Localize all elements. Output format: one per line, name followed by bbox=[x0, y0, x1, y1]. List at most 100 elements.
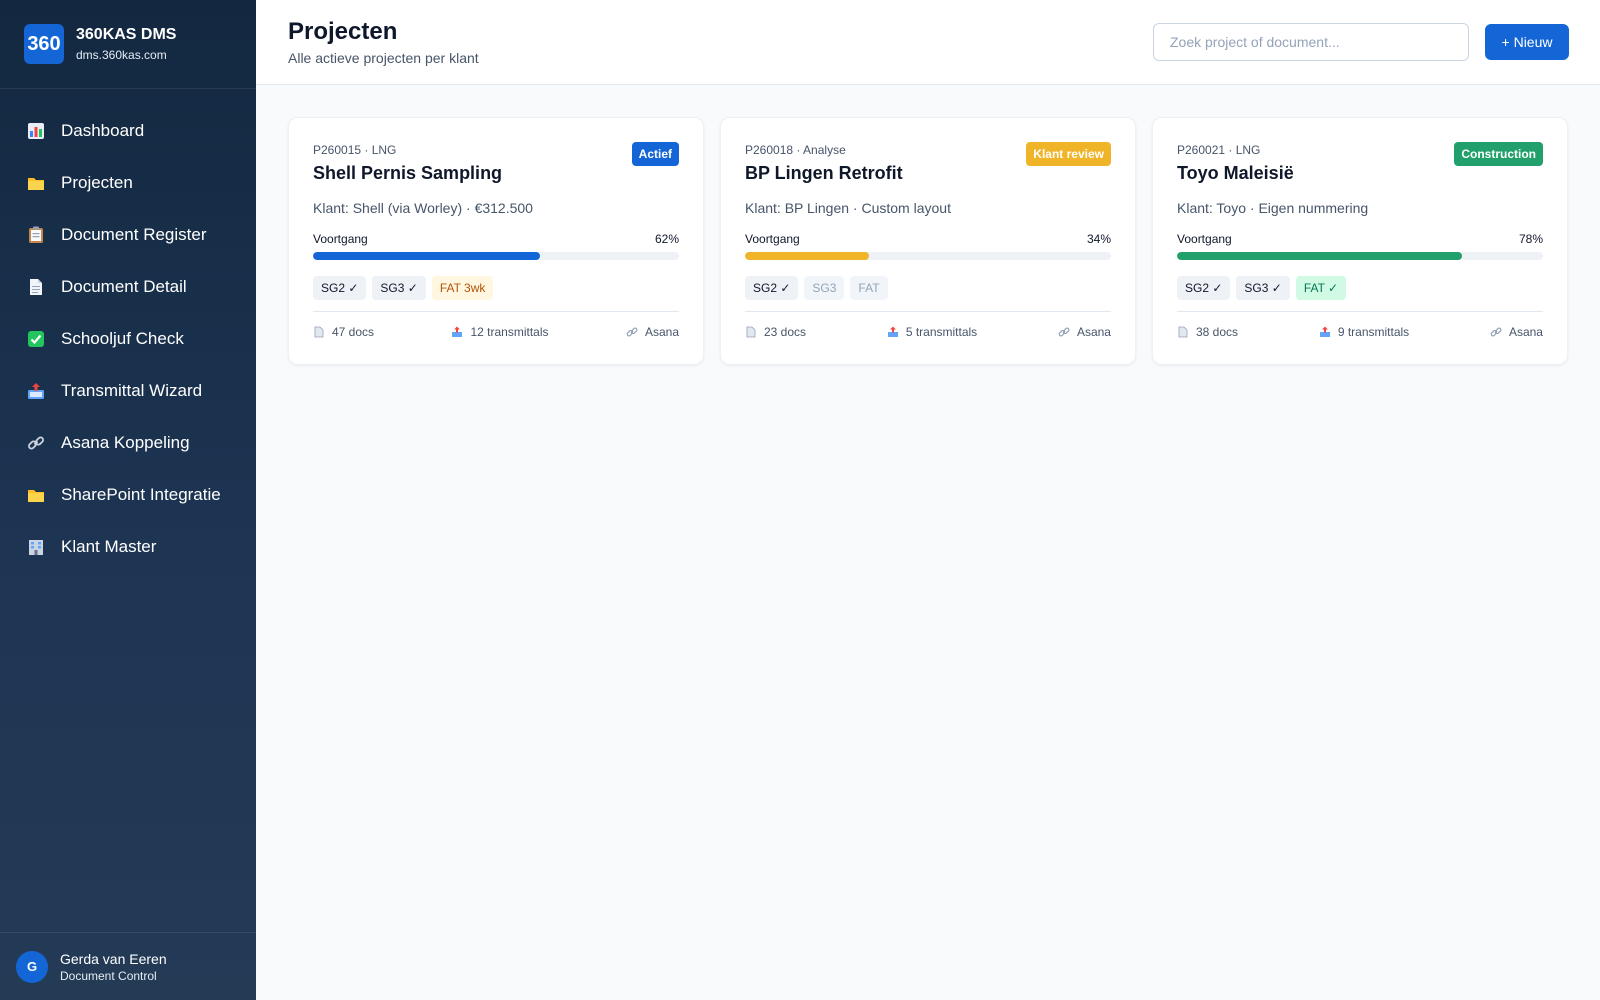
status-badge: Construction bbox=[1454, 142, 1543, 166]
project-list: P260015 · LNG Shell Pernis Sampling Acti… bbox=[288, 117, 1568, 365]
check-box-icon bbox=[26, 329, 46, 349]
document-icon bbox=[1177, 326, 1189, 338]
folder-icon bbox=[26, 485, 46, 505]
progress-value: 78% bbox=[1518, 232, 1543, 246]
sidebar-item-klant-master[interactable]: Klant Master bbox=[0, 521, 256, 573]
link-icon bbox=[626, 326, 638, 338]
search-input[interactable] bbox=[1153, 23, 1469, 61]
progress-fill bbox=[745, 252, 870, 260]
divider bbox=[313, 311, 679, 312]
sidebar-item-dashboard[interactable]: Dashboard bbox=[0, 105, 256, 157]
asana-link[interactable]: Asana bbox=[1058, 325, 1111, 339]
sidebar-item-label: Asana Koppeling bbox=[61, 433, 190, 452]
progress-value: 34% bbox=[1086, 232, 1111, 246]
link-icon bbox=[26, 433, 46, 453]
brand: 360 360KAS DMS dms.360kas.com bbox=[0, 0, 256, 89]
sidebar-item-document-detail[interactable]: Document Detail bbox=[0, 261, 256, 313]
stage-tag: FAT 3wk bbox=[431, 276, 494, 300]
docs-count[interactable]: 23 docs bbox=[745, 325, 806, 339]
progress-label: Voortgang bbox=[1177, 232, 1232, 246]
link-icon bbox=[1058, 326, 1070, 338]
outbox-icon bbox=[26, 381, 46, 401]
project-client: Klant: BP Lingen · Custom layout bbox=[745, 200, 951, 216]
sidebar-item-document-register[interactable]: Document Register bbox=[0, 209, 256, 261]
sidebar-nav: Dashboard Projecten Document Register Do… bbox=[0, 89, 256, 573]
document-icon bbox=[745, 326, 757, 338]
clipboard-icon bbox=[26, 225, 46, 245]
asana-link[interactable]: Asana bbox=[626, 325, 679, 339]
brand-logo[interactable]: 360 bbox=[24, 24, 64, 64]
divider bbox=[1177, 311, 1543, 312]
sidebar-item-label: Klant Master bbox=[61, 537, 157, 556]
progress-bar bbox=[1177, 252, 1543, 260]
link-icon bbox=[1490, 326, 1502, 338]
transmittals-count[interactable]: 9 transmittals bbox=[1319, 325, 1409, 339]
transmittals-count[interactable]: 12 transmittals bbox=[451, 325, 549, 339]
sidebar: 360 360KAS DMS dms.360kas.com Dashboard … bbox=[0, 0, 256, 1000]
progress-value: 62% bbox=[654, 232, 679, 246]
user-name: Gerda van Eeren bbox=[60, 950, 167, 967]
card-footer: 38 docs 9 transmittals Asana bbox=[1177, 325, 1543, 339]
sidebar-item-label: Projecten bbox=[61, 173, 133, 192]
page-title: Projecten bbox=[288, 18, 398, 45]
sidebar-item-label: Schooljuf Check bbox=[61, 329, 184, 348]
user-profile[interactable]: G Gerda van Eeren Document Control bbox=[0, 932, 256, 1000]
folder-icon bbox=[26, 173, 46, 193]
new-project-button[interactable]: + Nieuw bbox=[1485, 24, 1569, 60]
brand-name: 360KAS DMS bbox=[76, 26, 177, 43]
page-icon bbox=[26, 277, 46, 297]
status-badge: Actief bbox=[631, 142, 679, 166]
sidebar-item-schooljuf-check[interactable]: Schooljuf Check bbox=[0, 313, 256, 365]
page-header: Projecten Alle actieve projecten per kla… bbox=[256, 0, 1600, 85]
sidebar-item-transmittal-wizard[interactable]: Transmittal Wizard bbox=[0, 365, 256, 417]
project-meta: P260015 · LNG bbox=[313, 143, 397, 157]
brand-url: dms.360kas.com bbox=[76, 48, 167, 62]
avatar: G bbox=[16, 950, 48, 983]
stage-tag: FAT bbox=[850, 276, 888, 300]
sidebar-item-label: SharePoint Integratie bbox=[61, 485, 221, 504]
asana-link[interactable]: Asana bbox=[1490, 325, 1543, 339]
project-client: Klant: Toyo · Eigen nummering bbox=[1177, 200, 1369, 216]
project-card[interactable]: P260018 · Analyse BP Lingen Retrofit Kla… bbox=[720, 117, 1136, 365]
stage-gates: SG2 ✓ SG3 FAT bbox=[745, 276, 1111, 300]
progress-bar bbox=[313, 252, 679, 260]
sidebar-item-label: Document Detail bbox=[61, 277, 187, 296]
progress-fill bbox=[1177, 252, 1463, 260]
divider bbox=[745, 311, 1111, 312]
sidebar-item-sharepoint-integratie[interactable]: SharePoint Integratie bbox=[0, 469, 256, 521]
progress-label: Voortgang bbox=[313, 232, 368, 246]
card-footer: 23 docs 5 transmittals Asana bbox=[745, 325, 1111, 339]
stage-tag: SG2 ✓ bbox=[313, 276, 367, 300]
docs-count[interactable]: 38 docs bbox=[1177, 325, 1238, 339]
stage-tag: FAT ✓ bbox=[1295, 276, 1347, 300]
docs-count[interactable]: 47 docs bbox=[313, 325, 374, 339]
sidebar-item-label: Document Register bbox=[61, 225, 207, 244]
building-icon bbox=[26, 537, 46, 557]
status-badge: Klant review bbox=[1026, 142, 1111, 166]
transmittals-count[interactable]: 5 transmittals bbox=[887, 325, 977, 339]
stage-gates: SG2 ✓ SG3 ✓ FAT ✓ bbox=[1177, 276, 1543, 300]
sidebar-item-label: Dashboard bbox=[61, 121, 145, 140]
card-footer: 47 docs 12 transmittals Asana bbox=[313, 325, 679, 339]
outbox-icon bbox=[451, 326, 463, 338]
user-role: Document Control bbox=[60, 968, 157, 983]
stage-tag: SG3 ✓ bbox=[1236, 276, 1290, 300]
progress-label: Voortgang bbox=[745, 232, 800, 246]
sidebar-item-projecten[interactable]: Projecten bbox=[0, 157, 256, 209]
page-subtitle: Alle actieve projecten per klant bbox=[288, 50, 479, 66]
stage-tag: SG3 bbox=[804, 276, 845, 300]
project-client: Klant: Shell (via Worley) · €312.500 bbox=[313, 200, 533, 216]
document-icon bbox=[313, 326, 325, 338]
project-card[interactable]: P260021 · LNG Toyo Maleisië Construction… bbox=[1152, 117, 1568, 365]
stage-tag: SG3 ✓ bbox=[372, 276, 426, 300]
outbox-icon bbox=[1319, 326, 1331, 338]
sidebar-item-label: Transmittal Wizard bbox=[61, 381, 203, 400]
bar-chart-icon bbox=[26, 121, 46, 141]
sidebar-item-asana-koppeling[interactable]: Asana Koppeling bbox=[0, 417, 256, 469]
outbox-icon bbox=[887, 326, 899, 338]
progress-bar bbox=[745, 252, 1111, 260]
stage-tag: SG2 ✓ bbox=[745, 276, 799, 300]
project-title[interactable]: Shell Pernis Sampling bbox=[313, 162, 679, 184]
stage-gates: SG2 ✓ SG3 ✓ FAT 3wk bbox=[313, 276, 679, 300]
project-card[interactable]: P260015 · LNG Shell Pernis Sampling Acti… bbox=[288, 117, 704, 365]
